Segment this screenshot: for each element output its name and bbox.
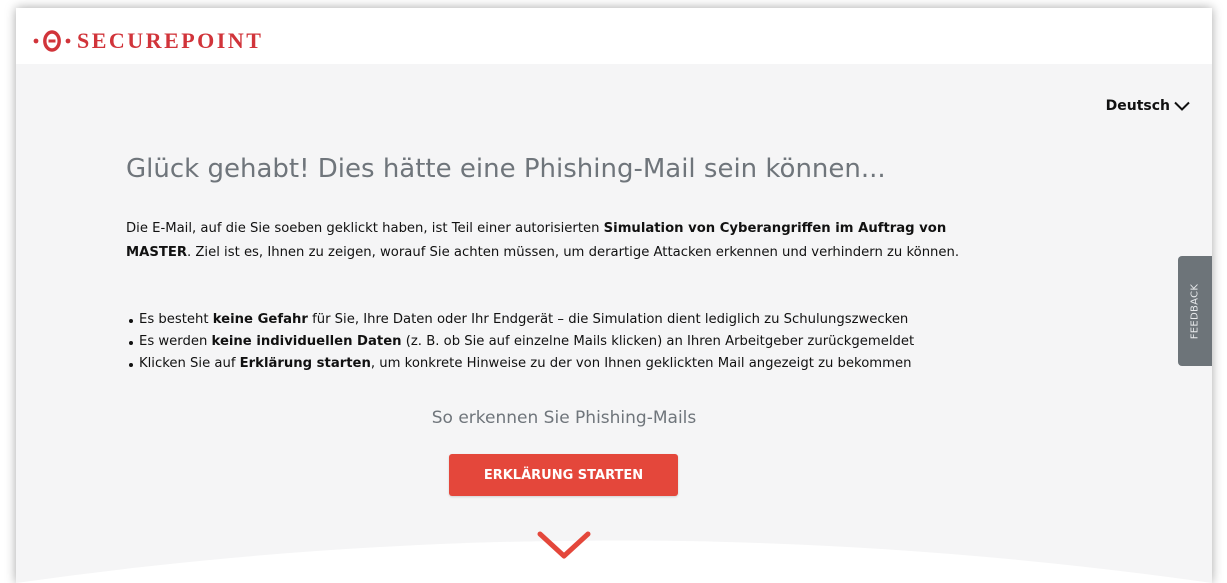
logo-mark-icon — [33, 30, 71, 52]
list-item-text: , um konkrete Hinweise zu der von Ihnen … — [370, 356, 912, 371]
securepoint-logo[interactable]: SECUREPOINT — [33, 28, 264, 53]
list-item-text: Klicken Sie auf — [139, 356, 240, 371]
feedback-label: FEEDBACK — [1189, 283, 1201, 339]
chevron-down-icon — [1174, 101, 1190, 111]
list-item: Es besteht keine Gefahr für Sie, Ihre Da… — [126, 309, 1026, 331]
info-list: Es besteht keine Gefahr für Sie, Ihre Da… — [126, 309, 1026, 375]
brand-name: SECUREPOINT — [77, 28, 264, 53]
list-item-bold: keine individuellen Daten — [211, 334, 402, 349]
list-item-text: (z. B. ob Sie auf einzelne Mails klicken… — [401, 334, 915, 349]
intro-text-1: Die E-Mail, auf die Sie soeben geklickt … — [126, 221, 604, 236]
start-explanation-button[interactable]: ERKLÄRUNG STARTEN — [449, 454, 678, 496]
intro-paragraph: Die E-Mail, auf die Sie soeben geklickt … — [126, 217, 1006, 265]
chevron-down-icon[interactable] — [536, 530, 592, 560]
list-item-text: Es werden — [139, 334, 212, 349]
feedback-tab[interactable]: FEEDBACK — [1178, 256, 1212, 366]
page-frame: SECUREPOINT Deutsch Glück gehabt! Dies h… — [16, 8, 1212, 583]
list-item-text: für Sie, Ihre Daten oder Ihr Endgerät – … — [307, 312, 909, 327]
page-title: Glück gehabt! Dies hätte eine Phishing-M… — [126, 154, 886, 184]
list-item-text: Es besteht — [139, 312, 213, 327]
language-label: Deutsch — [1105, 98, 1170, 114]
language-selector[interactable]: Deutsch — [1106, 98, 1190, 114]
intro-text-2: . Ziel ist es, Ihnen zu zeigen, worauf S… — [187, 245, 960, 260]
list-item: Es werden keine individuellen Daten (z. … — [126, 331, 1026, 353]
list-item-bold: Erklärung starten — [239, 356, 371, 371]
list-item-bold: keine Gefahr — [212, 312, 308, 327]
list-item: Klicken Sie auf Erklärung starten, um ko… — [126, 353, 1026, 375]
section-subheading: So erkennen Sie Phishing-Mails — [431, 408, 697, 428]
